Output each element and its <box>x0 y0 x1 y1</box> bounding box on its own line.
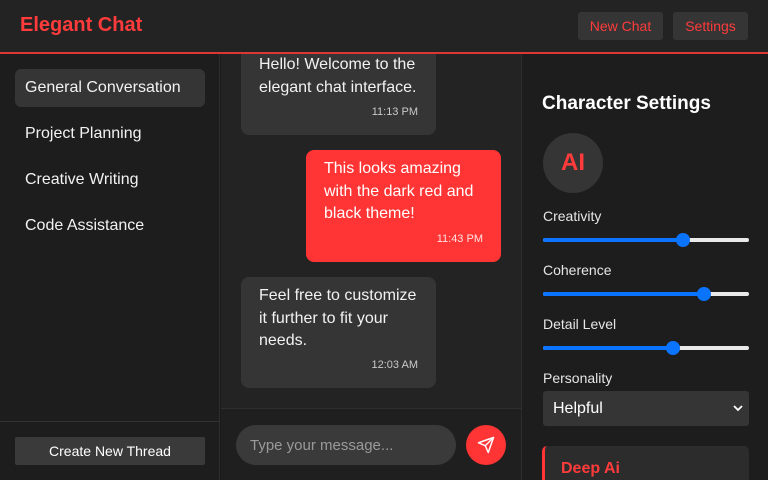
send-button[interactable] <box>466 425 506 465</box>
thread-sidebar: General Conversation Project Planning Cr… <box>0 54 220 480</box>
sidebar-footer: Create New Thread <box>0 421 220 480</box>
personality-label: Personality <box>543 370 613 386</box>
message-time: 11:13 PM <box>371 105 418 118</box>
detail-level-slider[interactable] <box>543 341 749 355</box>
slider-fill <box>543 292 704 296</box>
message-time: 12:03 AM <box>371 358 418 371</box>
message-bot: Feel free to customize it further to fit… <box>241 277 436 388</box>
sidebar-item-creative-writing[interactable]: Creative Writing <box>15 161 205 199</box>
message-text: This looks amazing with the dark red and… <box>324 160 474 222</box>
personality-select[interactable]: Helpful <box>543 391 749 426</box>
coherence-slider[interactable] <box>543 287 749 301</box>
coherence-label: Coherence <box>543 262 612 278</box>
detail-level-label: Detail Level <box>543 316 617 332</box>
brand-title: Elegant Chat <box>20 14 143 36</box>
message-text: Feel free to customize it further to fit… <box>259 287 417 349</box>
message-composer <box>221 408 521 480</box>
deep-ai-card[interactable]: Deep Ai <box>542 446 749 480</box>
chat-messages[interactable]: Hello! Welcome to the elegant chat inter… <box>221 54 521 408</box>
message-input[interactable] <box>236 425 456 465</box>
slider-thumb[interactable] <box>676 233 690 247</box>
message-time: 11:43 PM <box>436 232 483 245</box>
slider-thumb[interactable] <box>666 341 680 355</box>
message-text: Hello! Welcome to the elegant chat inter… <box>259 56 417 96</box>
settings-button[interactable]: Settings <box>673 12 748 40</box>
message-bot: Hello! Welcome to the elegant chat inter… <box>241 54 436 135</box>
sidebar-item-general-conversation[interactable]: General Conversation <box>15 69 205 107</box>
slider-fill <box>543 238 683 242</box>
creativity-slider[interactable] <box>543 233 749 247</box>
character-settings-panel: Character Settings AI Creativity Coheren… <box>521 54 768 480</box>
panel-title: Character Settings <box>542 93 711 114</box>
app-root: Elegant Chat New Chat Settings General C… <box>0 0 768 480</box>
chevron-down-icon <box>733 405 743 412</box>
slider-fill <box>543 346 673 350</box>
message-user: This looks amazing with the dark red and… <box>306 150 501 262</box>
create-thread-button[interactable]: Create New Thread <box>15 437 205 465</box>
creativity-label: Creativity <box>543 208 602 224</box>
new-chat-button[interactable]: New Chat <box>578 12 663 40</box>
avatar: AI <box>543 133 603 193</box>
slider-thumb[interactable] <box>697 287 711 301</box>
sidebar-item-code-assistance[interactable]: Code Assistance <box>15 207 205 245</box>
personality-value: Helpful <box>553 400 603 417</box>
top-header: Elegant Chat New Chat Settings <box>0 0 768 54</box>
sidebar-item-project-planning[interactable]: Project Planning <box>15 115 205 153</box>
paper-plane-icon <box>477 436 495 454</box>
card-title: Deep Ai <box>561 460 620 477</box>
